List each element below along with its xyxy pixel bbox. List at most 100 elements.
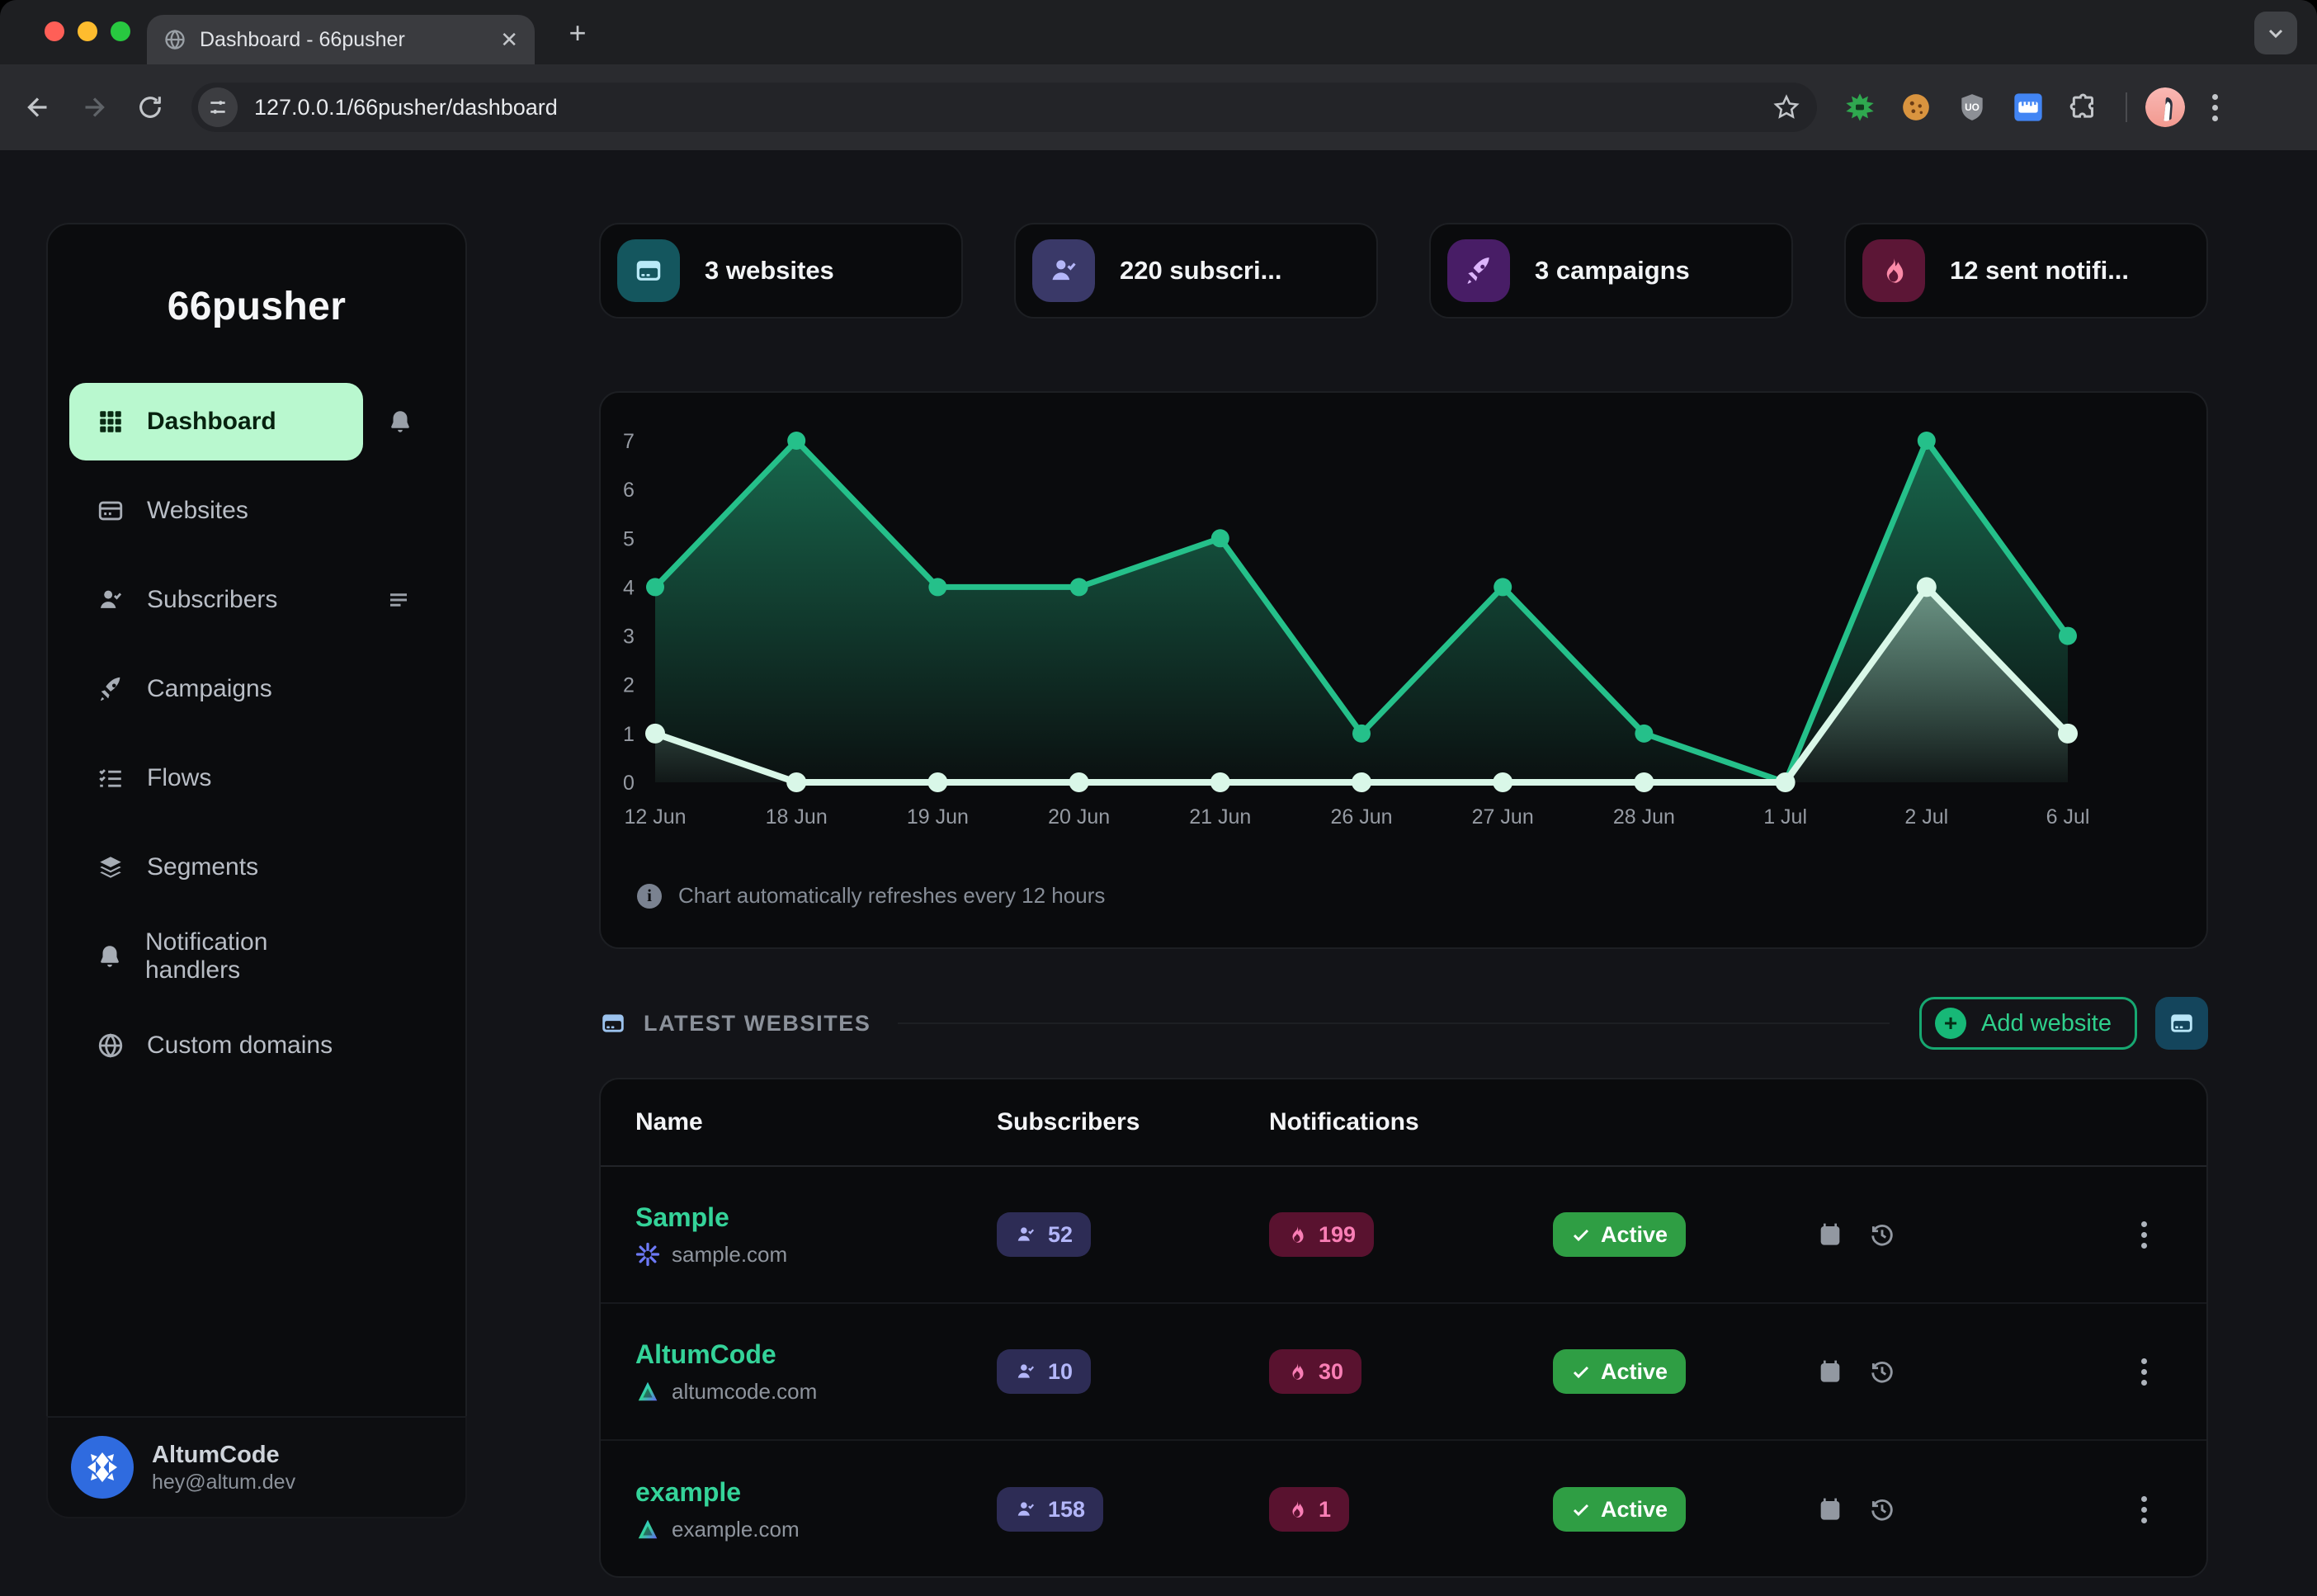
tab-close-icon[interactable]: ✕ bbox=[500, 27, 518, 53]
sidebar-item-label: Websites bbox=[147, 497, 248, 525]
browser-icon bbox=[96, 496, 125, 526]
rocket-icon bbox=[1447, 239, 1510, 302]
rocket-icon bbox=[96, 674, 125, 704]
browser-menu-icon[interactable] bbox=[2195, 94, 2234, 121]
svg-text:7: 7 bbox=[623, 430, 635, 453]
plus-icon: + bbox=[1935, 1008, 1966, 1039]
col-name: Name bbox=[635, 1108, 997, 1136]
website-name-link[interactable]: example bbox=[635, 1476, 800, 1508]
sidebar-item-websites[interactable]: Websites bbox=[69, 472, 363, 550]
sidebar-user-card[interactable]: AltumCode hey@altum.dev bbox=[46, 1416, 467, 1518]
website-name-link[interactable]: AltumCode bbox=[635, 1339, 817, 1370]
stat-cards: 3 websites 220 subscri... 3 campaigns bbox=[599, 223, 2208, 319]
history-icon[interactable] bbox=[1868, 1495, 1896, 1523]
triangle-favicon-icon bbox=[635, 1379, 660, 1404]
stat-label: 220 subscri... bbox=[1120, 256, 1281, 286]
sidebar-item-campaigns[interactable]: Campaigns bbox=[69, 650, 363, 728]
reload-button[interactable] bbox=[122, 79, 178, 135]
globe-icon bbox=[96, 1031, 125, 1060]
sidebar-item-flows[interactable]: Flows bbox=[69, 739, 363, 817]
tab-search-chevron-icon[interactable] bbox=[2254, 12, 2297, 54]
history-icon[interactable] bbox=[1868, 1358, 1896, 1386]
website-name-link[interactable]: Sample bbox=[635, 1202, 787, 1233]
list-check-icon bbox=[96, 763, 125, 793]
subscribers-menu-icon[interactable] bbox=[386, 588, 411, 612]
row-menu-icon[interactable] bbox=[2141, 1358, 2147, 1386]
subscribers-badge: 10 bbox=[997, 1349, 1091, 1394]
cookie-extension-icon[interactable] bbox=[1893, 84, 1939, 130]
triangle-favicon-icon bbox=[635, 1517, 660, 1542]
toolbar-divider bbox=[2126, 92, 2127, 122]
sidebar-item-dashboard[interactable]: Dashboard bbox=[69, 383, 363, 460]
website-domain: altumcode.com bbox=[672, 1379, 817, 1405]
stat-card-sent-notifications[interactable]: 12 sent notifi... bbox=[1844, 223, 2208, 319]
sidebar-item-notification-handlers[interactable]: Notification handlers bbox=[69, 918, 363, 995]
calendar-icon[interactable] bbox=[1817, 1496, 1843, 1523]
area-chart[interactable]: 0123456712 Jun18 Jun19 Jun20 Jun21 Jun26… bbox=[601, 393, 2208, 855]
user-email: hey@altum.dev bbox=[152, 1471, 295, 1494]
sidebar-item-segments[interactable]: Segments bbox=[69, 829, 363, 906]
notifications-bell-icon[interactable] bbox=[386, 408, 414, 436]
history-icon[interactable] bbox=[1868, 1221, 1896, 1249]
add-website-button[interactable]: + Add website bbox=[1919, 997, 2137, 1050]
new-tab-button[interactable]: + bbox=[558, 13, 597, 53]
svg-text:UO: UO bbox=[1965, 102, 1980, 113]
ublock-shield-icon[interactable]: UO bbox=[1949, 84, 1995, 130]
calendar-icon[interactable] bbox=[1817, 1358, 1843, 1385]
ruler-extension-icon[interactable] bbox=[2005, 84, 2051, 130]
browser-profile-avatar[interactable] bbox=[2145, 87, 2185, 127]
stat-label: 12 sent notifi... bbox=[1950, 256, 2129, 286]
browser-tab[interactable]: Dashboard - 66pusher ✕ bbox=[147, 15, 535, 64]
svg-text:18 Jun: 18 Jun bbox=[766, 805, 828, 829]
svg-text:4: 4 bbox=[623, 576, 635, 599]
bookmark-star-icon[interactable] bbox=[1772, 93, 1800, 121]
status-badge: Active bbox=[1553, 1212, 1686, 1257]
notifications-badge: 199 bbox=[1269, 1212, 1374, 1257]
bell-icon bbox=[96, 942, 124, 971]
calendar-icon[interactable] bbox=[1817, 1221, 1843, 1248]
stat-card-campaigns[interactable]: 3 campaigns bbox=[1429, 223, 1793, 319]
row-menu-icon[interactable] bbox=[2141, 1496, 2147, 1523]
sidebar-item-subscribers[interactable]: Subscribers bbox=[69, 561, 363, 639]
user-check-icon bbox=[96, 585, 125, 615]
globe-favicon-icon bbox=[163, 28, 186, 51]
app-logo: 66pusher bbox=[48, 284, 465, 329]
site-settings-icon[interactable] bbox=[198, 87, 238, 127]
notifications-badge: 1 bbox=[1269, 1487, 1349, 1532]
url-text[interactable]: 127.0.0.1/66pusher/dashboard bbox=[254, 95, 1772, 120]
browser-toolbar: 127.0.0.1/66pusher/dashboard UO bbox=[0, 64, 2317, 150]
table-row: example example.com 158 1 bbox=[601, 1441, 2206, 1578]
avatar bbox=[71, 1436, 134, 1499]
subscribers-badge: 52 bbox=[997, 1212, 1091, 1257]
sidebar-nav: Dashboard Websites bbox=[69, 383, 444, 1096]
tab-title: Dashboard - 66pusher bbox=[200, 28, 487, 52]
stat-card-subscribers[interactable]: 220 subscri... bbox=[1014, 223, 1378, 319]
websites-shortcut-button[interactable] bbox=[2155, 997, 2208, 1050]
minimize-window-button[interactable] bbox=[78, 21, 97, 41]
back-button[interactable] bbox=[10, 79, 66, 135]
grid-icon bbox=[96, 407, 125, 437]
user-check-icon bbox=[1032, 239, 1095, 302]
info-icon: i bbox=[637, 884, 662, 909]
svg-text:1 Jul: 1 Jul bbox=[1763, 805, 1807, 829]
website-domain: sample.com bbox=[672, 1242, 787, 1268]
row-menu-icon[interactable] bbox=[2141, 1221, 2147, 1249]
table-row: Sample sample.com 52 199 bbox=[601, 1167, 2206, 1304]
latest-websites-header: LATEST WEBSITES + Add website bbox=[599, 995, 2208, 1051]
extensions-puzzle-icon[interactable] bbox=[2061, 84, 2107, 130]
stat-card-websites[interactable]: 3 websites bbox=[599, 223, 963, 319]
col-subscribers: Subscribers bbox=[997, 1108, 1269, 1136]
close-window-button[interactable] bbox=[45, 21, 64, 41]
svg-text:12 Jun: 12 Jun bbox=[624, 805, 686, 829]
svg-text:0: 0 bbox=[623, 772, 635, 795]
svg-text:21 Jun: 21 Jun bbox=[1189, 805, 1251, 829]
svg-text:3: 3 bbox=[623, 626, 635, 649]
svg-text:2: 2 bbox=[623, 674, 635, 697]
bug-extension-icon[interactable] bbox=[1837, 84, 1883, 130]
browser-icon bbox=[617, 239, 680, 302]
sidebar-item-custom-domains[interactable]: Custom domains bbox=[69, 1007, 363, 1084]
svg-text:28 Jun: 28 Jun bbox=[1613, 805, 1675, 829]
url-bar[interactable]: 127.0.0.1/66pusher/dashboard bbox=[191, 83, 1817, 132]
maximize-window-button[interactable] bbox=[111, 21, 130, 41]
forward-button[interactable] bbox=[66, 79, 122, 135]
